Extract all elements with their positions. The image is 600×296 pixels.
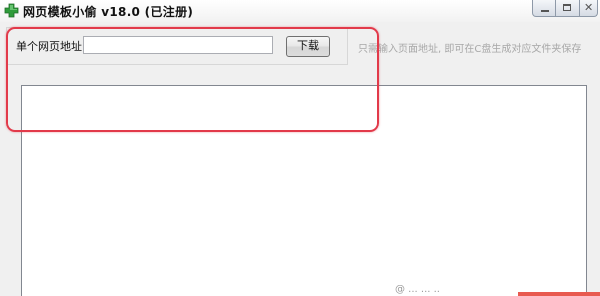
minimize-button[interactable] bbox=[532, 0, 556, 17]
close-icon: ✕ bbox=[584, 1, 594, 14]
maximize-button[interactable] bbox=[556, 0, 580, 17]
window-controls: ✕ bbox=[532, 0, 598, 18]
url-label: 单个网页地址 bbox=[16, 40, 82, 53]
corner-mark bbox=[518, 292, 600, 296]
window-title: 网页模板小偷 v18.0 (已注册) bbox=[23, 5, 194, 19]
log-textarea[interactable] bbox=[21, 85, 587, 296]
url-input[interactable] bbox=[83, 36, 273, 54]
app-window: 网页模板小偷 v18.0 (已注册) ✕ 单个网页地址 下载 只需输入页面地址,… bbox=[0, 0, 600, 296]
watermark: @ ... ... .. bbox=[395, 284, 440, 295]
title-bar[interactable]: 网页模板小偷 v18.0 (已注册) ✕ bbox=[0, 0, 600, 22]
close-button[interactable]: ✕ bbox=[580, 0, 598, 17]
maximize-icon bbox=[563, 4, 571, 11]
hint-text: 只需输入页面地址, 即可在C盘生成对应文件夹保存 bbox=[358, 44, 582, 55]
green-plus-icon bbox=[4, 3, 19, 18]
download-button[interactable]: 下载 bbox=[286, 36, 330, 57]
minimize-icon bbox=[541, 10, 549, 12]
